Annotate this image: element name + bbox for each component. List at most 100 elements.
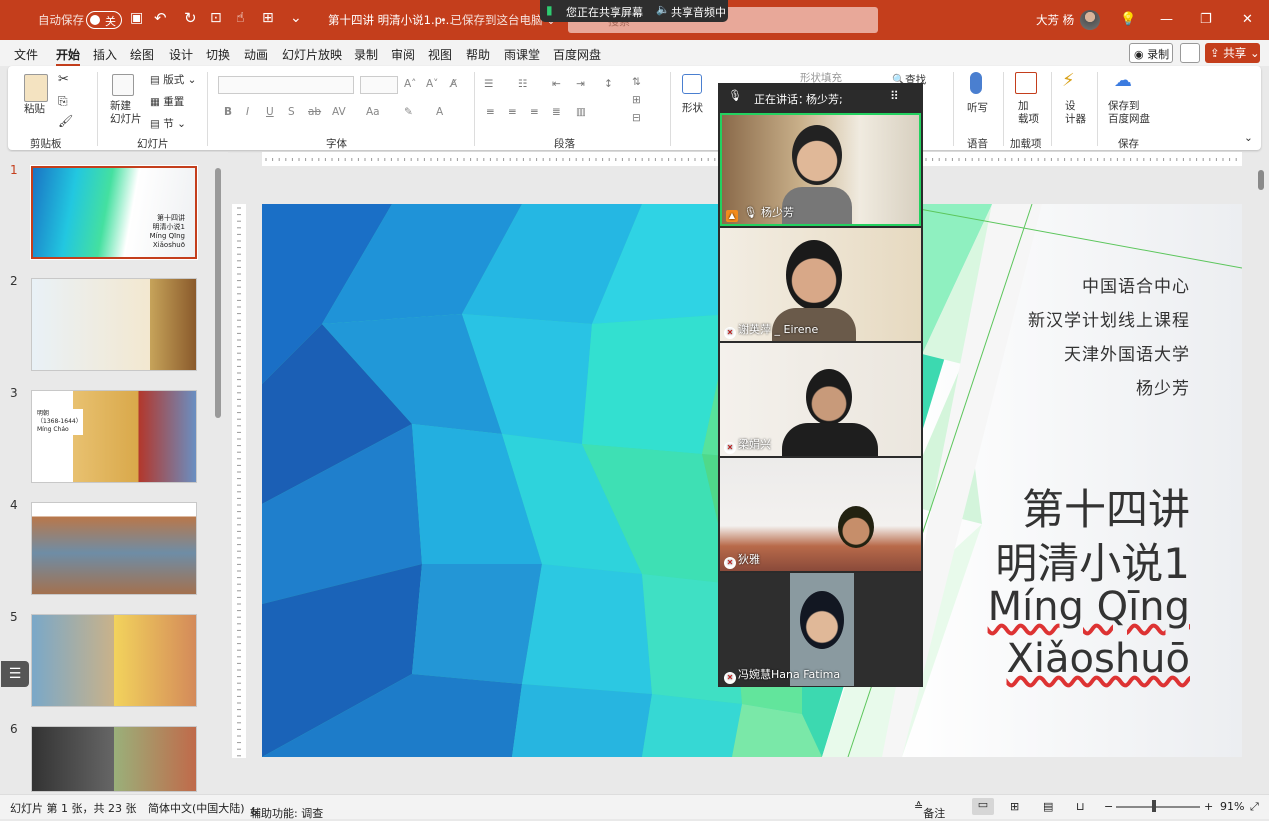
- addins-button[interactable]: 加 载项: [1018, 100, 1039, 126]
- tab-draw[interactable]: 绘图: [130, 46, 154, 63]
- comments-button[interactable]: [1180, 43, 1200, 63]
- video-tile[interactable]: ✕ 冯婉慧Hana Fatima: [720, 573, 921, 686]
- reset-button[interactable]: ▦ 重置: [150, 94, 184, 109]
- tab-review[interactable]: 审阅: [391, 46, 415, 63]
- bold-icon[interactable]: B: [224, 106, 232, 118]
- columns-icon[interactable]: ▥: [576, 106, 586, 118]
- copy-icon[interactable]: ⎘: [58, 94, 68, 109]
- align-right-icon[interactable]: ≡: [530, 106, 539, 118]
- avatar[interactable]: [1080, 10, 1100, 30]
- slide-thumbnail-4[interactable]: [31, 502, 197, 595]
- cut-icon[interactable]: ✂: [58, 72, 69, 87]
- start-from-beginning-icon[interactable]: ⊡: [210, 10, 222, 26]
- minimize-icon[interactable]: —: [1160, 12, 1173, 27]
- quick-access-icon[interactable]: ⊞: [262, 10, 274, 26]
- slide-scrollbar[interactable]: [1256, 158, 1266, 778]
- notes-button[interactable]: ≙ 备注: [914, 800, 945, 820]
- slide-thumbnail-3[interactable]: 明朝 （1368-1644） Míng Cháo: [31, 390, 197, 483]
- tab-view[interactable]: 视图: [428, 46, 452, 63]
- tab-transitions[interactable]: 切换: [206, 46, 230, 63]
- slide-thumbnail-2[interactable]: [31, 278, 197, 371]
- share-button[interactable]: ⇪ 共享 ⌄: [1205, 43, 1260, 63]
- record-button[interactable]: ◉ 录制: [1129, 43, 1173, 63]
- shapes-icon[interactable]: [682, 74, 702, 94]
- italic-icon[interactable]: I: [246, 106, 249, 118]
- align-center-icon[interactable]: ≡: [508, 106, 517, 118]
- outline-toggle-icon[interactable]: ☰: [1, 661, 29, 687]
- char-spacing-icon[interactable]: AV: [332, 106, 346, 118]
- microphone-icon[interactable]: [970, 72, 982, 94]
- text-direction-icon[interactable]: ⇅: [632, 76, 641, 88]
- align-text-icon[interactable]: ⊞: [632, 94, 641, 106]
- grow-font-icon[interactable]: A˄: [404, 78, 416, 90]
- move-panel-icon[interactable]: ⠿: [890, 89, 899, 103]
- baidu-cloud-icon[interactable]: ☁: [1114, 70, 1132, 91]
- dictate-button[interactable]: 听写: [967, 100, 988, 115]
- clear-format-icon[interactable]: A̸: [450, 78, 457, 90]
- tab-design[interactable]: 设计: [169, 46, 193, 63]
- bullets-icon[interactable]: ☰: [484, 78, 493, 90]
- shrink-font-icon[interactable]: A˅: [426, 78, 438, 90]
- video-tile[interactable]: ✕ 谢英萍 _ Eirene: [720, 228, 921, 341]
- section-button[interactable]: ▤ 节 ⌄: [150, 116, 186, 131]
- undo-icon[interactable]: ↶: [154, 9, 167, 27]
- underline-icon[interactable]: U: [266, 106, 274, 118]
- tab-rain-classroom[interactable]: 雨课堂: [504, 46, 540, 63]
- slide-sorter-icon[interactable]: ⊞: [1010, 800, 1019, 813]
- addins-icon[interactable]: [1015, 72, 1037, 94]
- font-size-combo[interactable]: [360, 76, 398, 94]
- save-to-baidu-button[interactable]: 保存到 百度网盘: [1108, 100, 1150, 126]
- fit-to-window-icon[interactable]: ⤢: [1250, 800, 1259, 814]
- thumbnails-scrollbar[interactable]: [214, 158, 222, 786]
- change-case-icon[interactable]: Aa: [366, 106, 380, 118]
- layout-button[interactable]: ▤ 版式 ⌄: [150, 72, 196, 87]
- align-left-icon[interactable]: ≡: [486, 106, 495, 118]
- save-status[interactable]: • 已保存到这台电脑 ⌄: [440, 12, 556, 28]
- normal-view-icon[interactable]: ▭: [972, 798, 994, 815]
- customize-icon[interactable]: ⌄: [290, 10, 302, 26]
- shapes-button[interactable]: 形状: [682, 100, 703, 115]
- zoom-level[interactable]: 91%: [1220, 800, 1244, 813]
- slide-thumbnail-1[interactable]: 第十四讲 明清小说1 Míng Qīng Xiǎoshuō: [30, 165, 198, 260]
- strikethrough-icon[interactable]: ab: [308, 106, 321, 118]
- autosave-toggle[interactable]: 关: [86, 11, 122, 29]
- line-spacing-icon[interactable]: ↕: [604, 78, 613, 90]
- collapse-ribbon-icon[interactable]: ⌄: [1244, 132, 1253, 144]
- tab-slideshow[interactable]: 幻灯片放映: [282, 46, 342, 63]
- reading-view-icon[interactable]: ▤: [1043, 800, 1053, 813]
- decrease-indent-icon[interactable]: ⇤: [552, 78, 561, 90]
- zoom-in-button[interactable]: +: [1204, 800, 1213, 813]
- zoom-slider[interactable]: [1116, 806, 1200, 808]
- video-tile[interactable]: ✕ 梁娟兴: [720, 343, 921, 456]
- tab-insert[interactable]: 插入: [93, 46, 117, 63]
- paste-icon[interactable]: [24, 74, 48, 102]
- paste-label[interactable]: 粘贴: [24, 101, 45, 116]
- format-painter-icon[interactable]: 🖌: [58, 114, 73, 128]
- lightbulb-icon[interactable]: 💡: [1120, 12, 1136, 27]
- font-name-combo[interactable]: [218, 76, 354, 94]
- new-slide-icon[interactable]: [112, 74, 134, 96]
- justify-icon[interactable]: ≣: [552, 106, 561, 118]
- font-color-icon[interactable]: A: [436, 106, 443, 118]
- designer-button[interactable]: 设 计器: [1065, 100, 1086, 126]
- slide-thumbnail-6[interactable]: [31, 726, 197, 792]
- user-name[interactable]: 大芳 杨: [1036, 12, 1074, 28]
- smartart-icon[interactable]: ⊟: [632, 112, 641, 124]
- tab-home[interactable]: 开始: [56, 46, 81, 67]
- new-slide-button[interactable]: 新建 幻灯片: [110, 100, 142, 126]
- tab-animations[interactable]: 动画: [244, 46, 268, 63]
- shadow-icon[interactable]: S: [288, 106, 295, 118]
- tab-baidu-netdisk[interactable]: 百度网盘: [553, 46, 601, 63]
- tab-help[interactable]: 帮助: [466, 46, 490, 63]
- zoom-slider-thumb[interactable]: [1152, 800, 1156, 812]
- designer-icon[interactable]: ⚡: [1062, 70, 1075, 91]
- highlight-icon[interactable]: ✎: [404, 106, 413, 118]
- slide-thumbnail-5[interactable]: [31, 614, 197, 707]
- language-indicator[interactable]: 简体中文(中国大陆): [148, 800, 245, 816]
- zoom-out-button[interactable]: −: [1104, 800, 1113, 813]
- increase-indent-icon[interactable]: ⇥: [576, 78, 585, 90]
- screen-share-indicator[interactable]: ▮ 您正在共享屏幕 🔈 共享音频中: [540, 0, 728, 22]
- redo-icon[interactable]: ↻: [184, 9, 197, 27]
- tab-file[interactable]: 文件: [14, 46, 38, 63]
- video-tile[interactable]: ✕ 狄雅: [720, 458, 921, 571]
